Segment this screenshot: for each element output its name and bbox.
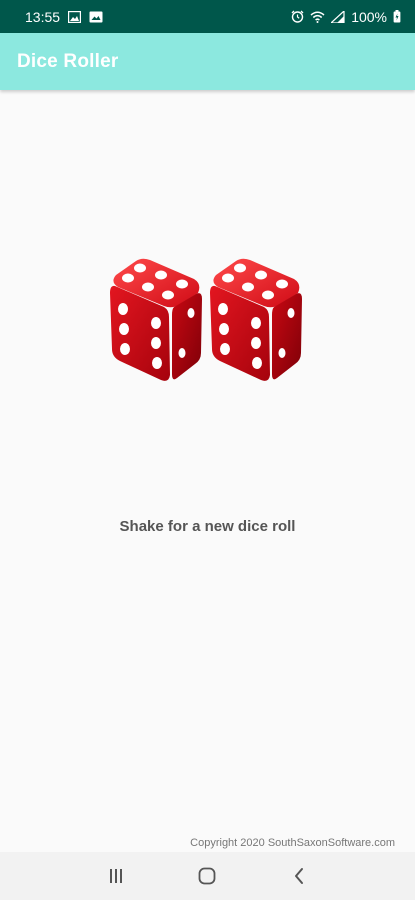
back-button[interactable] [279, 856, 319, 896]
gallery-icon [89, 11, 103, 23]
status-time: 13:55 [25, 8, 61, 25]
wifi-icon [310, 11, 325, 23]
status-bar: 13:55 100% [0, 0, 415, 33]
battery-percentage: 100% [351, 8, 387, 25]
recent-apps-icon [109, 869, 122, 883]
home-button[interactable] [187, 856, 227, 896]
image-icon [68, 10, 82, 23]
alarm-icon [291, 10, 304, 23]
shake-instruction: Shake for a new dice roll [119, 518, 296, 535]
dice-area [100, 245, 315, 400]
recent-apps-button[interactable] [96, 856, 136, 896]
navigation-bar [0, 852, 415, 900]
home-icon [199, 867, 216, 885]
signal-icon [331, 10, 345, 23]
status-left: 13:55 [25, 9, 103, 25]
battery-icon [393, 10, 401, 23]
app-title: Dice Roller [17, 50, 119, 72]
back-icon [295, 868, 304, 884]
die-right [210, 258, 302, 381]
app-bar: Dice Roller [0, 33, 415, 90]
copyright-text: Copyright 2020 SouthSaxonSoftware.com [190, 837, 395, 849]
status-right: 100% [291, 9, 401, 25]
die-left [110, 258, 202, 381]
